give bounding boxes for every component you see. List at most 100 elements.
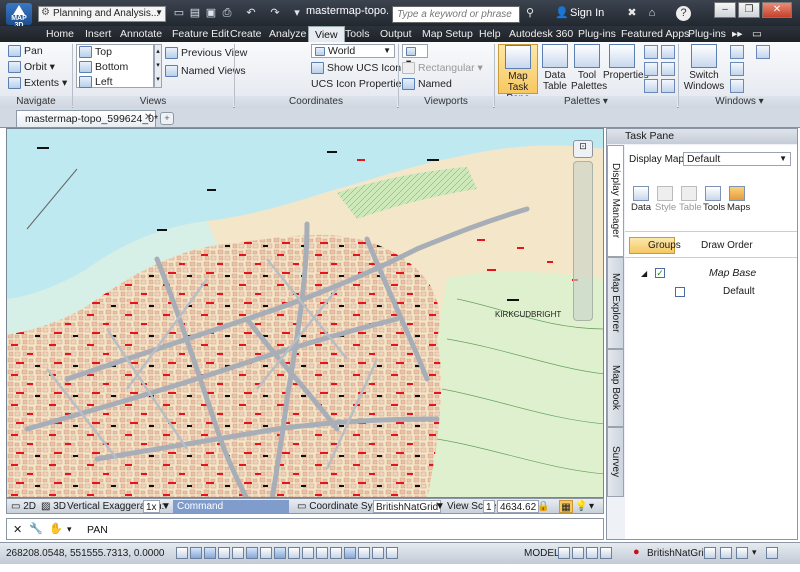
map-canvas[interactable]: KIRKCUDBRIGHT: [6, 128, 604, 498]
print-icon[interactable]: ⎙: [220, 6, 234, 20]
extents-button[interactable]: Extents ▾: [8, 76, 67, 91]
viewport-config-dropdown[interactable]: ▾: [402, 44, 428, 69]
sign-in-link[interactable]: Sign In: [570, 7, 604, 19]
view-bottom[interactable]: Bottom: [77, 60, 153, 75]
osnap-icon[interactable]: [246, 547, 258, 559]
qat-dropdown-icon[interactable]: ▾: [290, 6, 304, 20]
redo-icon[interactable]: ↷: [268, 6, 282, 20]
otrack-icon[interactable]: [274, 547, 286, 559]
map-base-label[interactable]: Map Base: [709, 267, 756, 279]
3d-osnap-icon[interactable]: [260, 547, 272, 559]
orbit-button[interactable]: Orbit ▾: [8, 60, 55, 75]
navigation-bar[interactable]: ⊡: [573, 140, 595, 321]
tools-button[interactable]: Tools: [703, 186, 725, 213]
tab-autodesk-360[interactable]: Autodesk 360: [503, 26, 579, 42]
tab-map-setup[interactable]: Map Setup: [416, 26, 479, 42]
groups-button[interactable]: Groups: [629, 237, 681, 254]
tab-display-manager[interactable]: Display Manager: [607, 145, 624, 257]
rectangular-button[interactable]: Rectangular ▾: [402, 61, 483, 76]
command-text[interactable]: PAN: [87, 524, 108, 536]
user-interface-icon[interactable]: [756, 45, 770, 59]
ducs-icon[interactable]: [288, 547, 300, 559]
model-space-button[interactable]: MODEL: [524, 548, 560, 559]
tab-survey[interactable]: Survey: [607, 427, 624, 497]
lineweight-icon[interactable]: [316, 547, 328, 559]
plus-icon[interactable]: [386, 547, 398, 559]
selection-filter-icon[interactable]: ▦: [559, 500, 573, 513]
data-button[interactable]: Data: [631, 186, 651, 213]
user-icon[interactable]: 👤: [554, 6, 570, 21]
tab-analyze[interactable]: Analyze: [263, 26, 312, 42]
cursor-coordinates[interactable]: 268208.0548, 551555.7313, 0.0000: [6, 548, 165, 559]
infer-constraints-icon[interactable]: [176, 547, 188, 559]
document-tab[interactable]: mastermap-topo_599624_0*: [16, 110, 158, 127]
named-viewports-button[interactable]: Named: [402, 77, 452, 92]
map-base-checkbox[interactable]: ✓: [655, 268, 665, 278]
data-table-button[interactable]: Data Table: [541, 44, 569, 94]
sheet-set-icon[interactable]: [644, 45, 658, 59]
isolate-icon[interactable]: [736, 547, 748, 559]
zoom-status-icon[interactable]: [600, 547, 612, 559]
lock-icon[interactable]: 🔒: [537, 500, 549, 513]
scale-numerator[interactable]: 1: [483, 500, 495, 513]
quick-view-icon[interactable]: [572, 547, 584, 559]
default-layer-label[interactable]: Default: [723, 286, 755, 297]
tab-map-book[interactable]: Map Book: [607, 349, 624, 427]
quick-properties-icon[interactable]: [344, 547, 356, 559]
chevron-down-icon[interactable]: ▼: [435, 500, 445, 513]
tab-insert[interactable]: Insert: [79, 26, 117, 42]
tab-tools[interactable]: Tools: [339, 26, 376, 42]
view-top[interactable]: Top: [77, 45, 153, 60]
layout-icon[interactable]: [558, 547, 570, 559]
show-ucs-icon-button[interactable]: Show UCS Icon ▾: [311, 61, 409, 76]
command-field[interactable]: Command: [173, 500, 289, 513]
pan-button[interactable]: Pan: [8, 44, 43, 59]
undo-icon[interactable]: ↶: [244, 6, 258, 20]
polar-icon[interactable]: [232, 547, 244, 559]
command-line[interactable]: ✕ 🔧 ✋ ▾ PAN: [6, 518, 604, 540]
help-icon[interactable]: ?: [676, 6, 691, 21]
transparency-icon[interactable]: [330, 547, 342, 559]
minimize-button[interactable]: –: [714, 2, 736, 18]
vert-exag-value[interactable]: 1x: [143, 500, 160, 513]
layer-properties-icon[interactable]: [644, 79, 658, 93]
properties-button[interactable]: Properties: [603, 44, 649, 94]
switch-windows-button[interactable]: Switch Windows: [682, 44, 726, 94]
bulb-icon[interactable]: 💡: [575, 500, 587, 513]
nav-slider[interactable]: [573, 161, 593, 321]
tile-icon[interactable]: [730, 79, 744, 93]
style-button[interactable]: Style: [655, 186, 676, 213]
ribbon-minimize-icon[interactable]: ▭: [746, 26, 768, 42]
pan-status-icon[interactable]: [586, 547, 598, 559]
restore-button[interactable]: ❐: [738, 2, 760, 18]
table-button[interactable]: Table: [679, 186, 702, 213]
map-task-pane-button[interactable]: Map Task Pane: [498, 44, 538, 104]
tab-output[interactable]: Output: [374, 26, 418, 42]
status-menu-icon[interactable]: ▾: [752, 547, 757, 558]
scale-denominator[interactable]: 4634.62: [497, 500, 540, 513]
design-center-icon[interactable]: [644, 62, 658, 76]
views-list[interactable]: Top Bottom Left: [76, 44, 154, 89]
apps-icon[interactable]: ⌂: [644, 6, 660, 21]
draw-order-button[interactable]: Draw Order: [683, 237, 753, 254]
dbconnect-icon[interactable]: [661, 79, 675, 93]
mode-3d-button[interactable]: ▨ 3D: [41, 500, 66, 513]
coord-system-value[interactable]: BritishNatGrid: [373, 500, 442, 513]
ortho-icon[interactable]: [218, 547, 230, 559]
tab-map-explorer[interactable]: Map Explorer: [607, 257, 624, 349]
tab-home[interactable]: Home: [40, 26, 80, 42]
maps-button[interactable]: Maps: [727, 186, 750, 213]
chevron-down-icon[interactable]: ▾: [67, 524, 72, 535]
selection-cycling-icon[interactable]: [358, 547, 370, 559]
expand-icon[interactable]: ◢: [641, 269, 647, 278]
calculator-icon[interactable]: [661, 62, 675, 76]
snap-icon[interactable]: [190, 547, 202, 559]
dyn-icon[interactable]: [302, 547, 314, 559]
new-tab-button[interactable]: +: [160, 112, 174, 125]
wrench-icon[interactable]: 🔧: [29, 522, 43, 535]
zoom-extents-icon[interactable]: ⊡: [573, 140, 593, 158]
workspace-icon[interactable]: [704, 547, 716, 559]
markup-icon[interactable]: [661, 45, 675, 59]
clean-screen-icon[interactable]: [766, 547, 778, 559]
tab-create[interactable]: Create: [224, 26, 268, 42]
